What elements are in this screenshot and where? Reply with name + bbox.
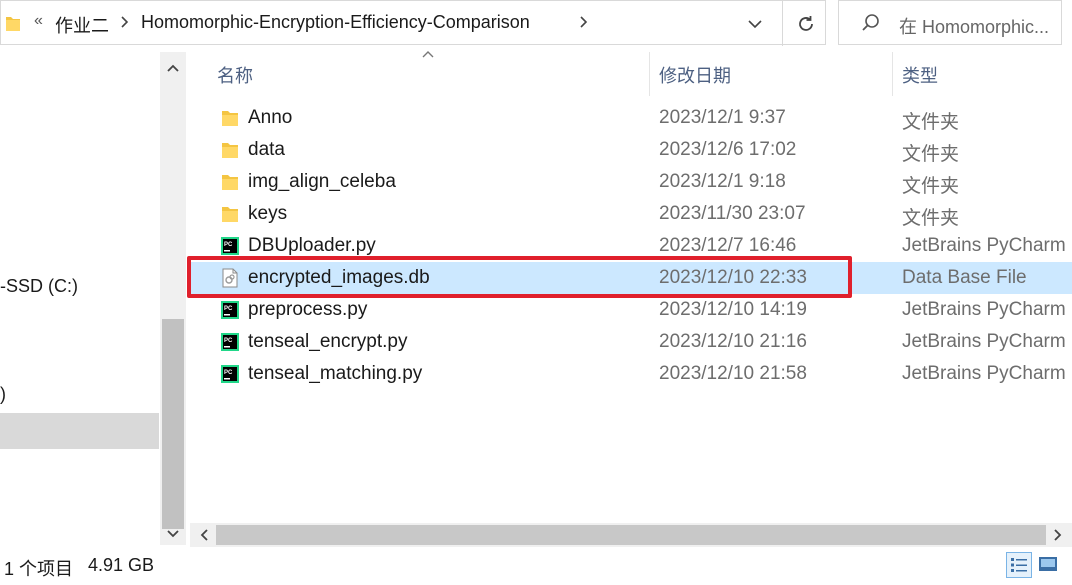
file-row[interactable]: encrypted_images.db 2023/12/10 22:33 Data … <box>190 262 1072 294</box>
file-name: tenseal_encrypt.py <box>248 331 408 352</box>
svg-text:PC: PC <box>224 242 233 248</box>
pycharm-file-icon: PC <box>221 333 239 351</box>
file-row[interactable]: PC preprocess.py 2023/12/10 14:19 JetBrains… <box>190 294 1072 326</box>
file-modified-date: 2023/12/1 9:37 <box>659 107 786 128</box>
file-row[interactable]: data 2023/12/6 17:02 文件夹 <box>190 134 1072 166</box>
file-name: Anno <box>248 107 293 128</box>
divider <box>782 1 783 46</box>
file-row[interactable]: Anno 2023/12/1 9:37 文件夹 <box>190 102 1072 134</box>
status-selection-size: 4.91 GB <box>88 555 155 575</box>
file-name: img_align_celeba <box>248 171 396 192</box>
horizontal-scrollbar-thumb[interactable] <box>216 525 1046 545</box>
file-type: Data Base File <box>902 267 1027 288</box>
search-icon <box>862 14 879 31</box>
file-modified-date: 2023/12/10 22:33 <box>659 267 807 288</box>
pycharm-file-icon: PC <box>221 301 239 319</box>
chevron-right-icon[interactable] <box>1050 527 1066 543</box>
pycharm-file-icon: PC <box>221 365 239 383</box>
details-view-button[interactable] <box>1006 552 1032 578</box>
column-header-name-label: 名称 <box>217 66 253 86</box>
search-input[interactable]: 在 Homomorphic... <box>838 0 1062 45</box>
breadcrumb-item[interactable]: 作业二 <box>55 12 109 38</box>
file-modified-date: 2023/12/7 16:46 <box>659 235 797 256</box>
svg-text:PC: PC <box>224 306 233 312</box>
file-row[interactable]: PC tenseal_matching.py 2023/12/10 21:58 Jet… <box>190 358 1072 390</box>
nav-scrollbar-thumb[interactable] <box>162 319 184 529</box>
file-name: DBUploader.py <box>248 235 376 256</box>
nav-scrollbar[interactable] <box>160 52 186 545</box>
folder-icon <box>6 17 20 31</box>
chevron-right-icon[interactable] <box>577 14 591 30</box>
chevron-left-icon[interactable] <box>196 527 212 543</box>
svg-text:PC: PC <box>224 370 233 376</box>
file-row[interactable]: PC tenseal_encrypt.py 2023/12/10 21:16 JetB… <box>190 326 1072 358</box>
folder-icon <box>222 111 238 126</box>
column-header-type-label: 类型 <box>902 66 938 86</box>
chevron-down-icon[interactable] <box>745 15 765 33</box>
nav-item-selected[interactable] <box>0 413 159 449</box>
refresh-button[interactable] <box>786 1 826 46</box>
file-modified-date: 2023/12/1 9:18 <box>659 171 786 192</box>
file-type: 文件夹 <box>902 176 960 197</box>
file-name: keys <box>248 203 288 224</box>
folder-icon <box>222 143 238 158</box>
file-row[interactable]: keys 2023/11/30 23:07 文件夹 <box>190 198 1072 230</box>
nav-item-drive-c[interactable]: -SSD (C:) <box>0 276 78 297</box>
address-bar[interactable]: « 作业二 Homomorphic-Encryption-Efficiency-… <box>0 0 826 46</box>
search-placeholder: 在 Homomorphic... <box>899 17 1050 37</box>
pycharm-file-icon: PC <box>221 237 239 255</box>
details-view-icon <box>1011 558 1027 572</box>
file-modified-date: 2023/12/10 14:19 <box>659 299 807 320</box>
folder-icon <box>222 207 238 222</box>
file-name: tenseal_matching.py <box>248 363 423 384</box>
breadcrumb-item[interactable]: Homomorphic-Encryption-Efficiency-Compar… <box>141 12 530 33</box>
column-divider[interactable] <box>892 52 893 96</box>
navigation-pane: -SSD (C:) ) <box>0 52 160 545</box>
file-row[interactable]: img_align_celeba 2023/12/1 9:18 文件夹 <box>190 166 1072 198</box>
svg-text:PC: PC <box>224 338 233 344</box>
file-row[interactable]: PC DBUploader.py 2023/12/7 16:46 JetBrains … <box>190 230 1072 262</box>
large-icons-view-icon <box>1039 557 1057 571</box>
file-type: JetBrains PyCharm ... <box>902 331 1072 352</box>
folder-icon <box>222 175 238 190</box>
refresh-icon <box>799 15 813 31</box>
file-modified-date: 2023/12/10 21:58 <box>659 363 807 384</box>
column-divider[interactable] <box>649 52 650 96</box>
file-type: JetBrains PyCharm ... <box>902 299 1072 320</box>
file-name: encrypted_images.db <box>248 267 430 288</box>
file-modified-date: 2023/12/10 21:16 <box>659 331 807 352</box>
horizontal-scrollbar[interactable] <box>190 523 1072 547</box>
chevron-down-icon[interactable] <box>165 526 181 542</box>
file-type: 文件夹 <box>902 112 960 133</box>
file-type: JetBrains PyCharm ... <box>902 235 1072 256</box>
sort-ascending-icon <box>422 51 434 58</box>
breadcrumb-overflow[interactable]: « <box>34 12 43 30</box>
file-type: JetBrains PyCharm ... <box>902 363 1072 384</box>
large-icons-view-button[interactable] <box>1036 552 1062 578</box>
file-modified-date: 2023/12/6 17:02 <box>659 139 797 160</box>
chevron-up-icon[interactable] <box>165 60 181 76</box>
file-name: preprocess.py <box>248 299 368 320</box>
file-type: 文件夹 <box>902 144 960 165</box>
status-selection-count: 1 个项目 <box>4 559 74 579</box>
column-header-date-label: 修改日期 <box>659 66 731 86</box>
chevron-right-icon[interactable] <box>118 14 132 30</box>
status-bar: 1 个项目 4.91 GB <box>0 547 1072 585</box>
file-modified-date: 2023/11/30 23:07 <box>659 203 806 224</box>
nav-item-drive[interactable]: ) <box>0 384 6 405</box>
file-name: data <box>248 139 285 160</box>
file-type: 文件夹 <box>902 208 960 229</box>
db-file-icon <box>222 268 238 288</box>
